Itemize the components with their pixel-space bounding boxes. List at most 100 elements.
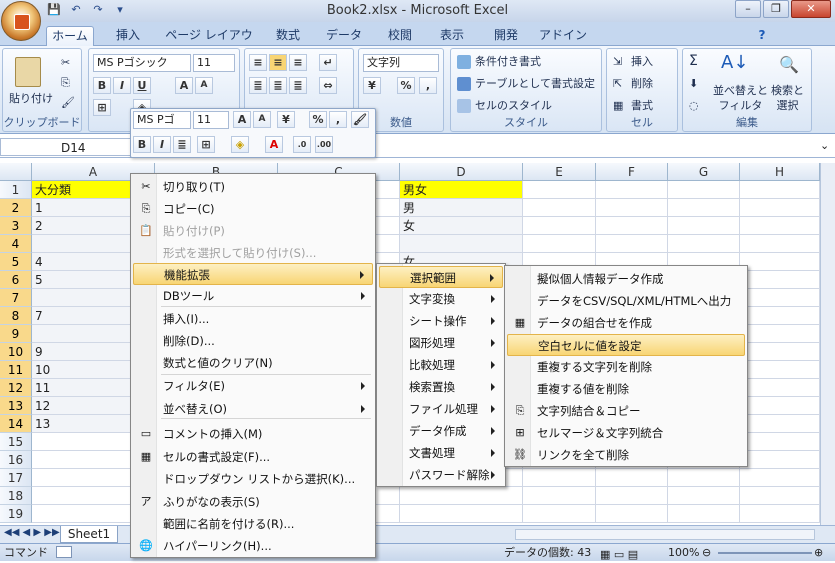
- tab-home[interactable]: ホーム: [46, 26, 94, 46]
- context_menu-item[interactable]: ▦ セルの書式設定(F)...: [133, 446, 373, 468]
- row-header[interactable]: 16: [0, 451, 32, 469]
- font-name-combo[interactable]: MS Pゴシック: [93, 54, 191, 72]
- submenu2-item[interactable]: ▦ データの組合せを作成: [507, 312, 745, 334]
- row-header[interactable]: 5: [0, 253, 32, 271]
- tab-review[interactable]: 校閲: [380, 26, 420, 46]
- mini-font-combo[interactable]: MS Pゴ: [133, 111, 191, 129]
- row-header[interactable]: 19: [0, 505, 32, 523]
- submenu1-item[interactable]: 文字変換: [379, 288, 503, 310]
- row-header[interactable]: 11: [0, 361, 32, 379]
- mini-comma-button[interactable]: ,: [329, 111, 347, 128]
- cell[interactable]: [400, 505, 523, 523]
- cell[interactable]: [523, 487, 596, 505]
- office-button[interactable]: [1, 1, 41, 41]
- cell[interactable]: [596, 181, 668, 199]
- cell[interactable]: [740, 415, 820, 433]
- undo-icon[interactable]: ↶: [67, 2, 85, 18]
- delete-cells-button[interactable]: 削除: [631, 76, 653, 91]
- cell[interactable]: [596, 217, 668, 235]
- submenu1-item[interactable]: 図形処理: [379, 332, 503, 354]
- find-select-button[interactable]: 検索と 選択: [771, 83, 804, 113]
- cell[interactable]: [668, 199, 740, 217]
- cell[interactable]: [740, 271, 820, 289]
- row-header[interactable]: 18: [0, 487, 32, 505]
- currency-icon[interactable]: ¥: [363, 77, 381, 94]
- align-middle-icon[interactable]: ≡: [269, 54, 287, 71]
- align-center-icon[interactable]: ≣: [269, 77, 287, 94]
- bold-button[interactable]: B: [93, 77, 111, 94]
- submenu1-item[interactable]: データ作成: [379, 420, 503, 442]
- cell[interactable]: [740, 379, 820, 397]
- mini-italic-button[interactable]: I: [153, 136, 171, 153]
- row-header[interactable]: 7: [0, 289, 32, 307]
- submenu1-item[interactable]: パスワード解除: [379, 464, 503, 486]
- submenu1-item[interactable]: ファイル処理: [379, 398, 503, 420]
- mini-shrink-font-icon[interactable]: A: [253, 111, 271, 128]
- name-box[interactable]: D14: [0, 138, 150, 156]
- cell[interactable]: [740, 397, 820, 415]
- cell[interactable]: [596, 469, 668, 487]
- cell-styles-button[interactable]: セルのスタイル: [475, 98, 552, 113]
- submenu1-item[interactable]: 選択範囲: [379, 266, 503, 288]
- zoom-level[interactable]: 100%: [668, 544, 699, 561]
- insert-cells-button[interactable]: 挿入: [631, 54, 653, 69]
- submenu2-item[interactable]: 重複する文字列を削除: [507, 356, 745, 378]
- expand-formula-icon[interactable]: ⌄: [820, 139, 829, 152]
- context_menu-item[interactable]: 機能拡張: [133, 263, 373, 285]
- mini-size-combo[interactable]: 11: [193, 111, 229, 129]
- context_menu-item[interactable]: ✂ 切り取り(T): [133, 176, 373, 198]
- submenu2-item[interactable]: 重複する値を削除: [507, 378, 745, 400]
- mini-bold-button[interactable]: B: [133, 136, 151, 153]
- wrap-text-icon[interactable]: ↵: [319, 54, 337, 71]
- row-header[interactable]: 10: [0, 343, 32, 361]
- submenu2-item[interactable]: データをCSV/SQL/XML/HTMLへ出力: [507, 290, 745, 312]
- row-header[interactable]: 14: [0, 415, 32, 433]
- mini-currency-icon[interactable]: ¥: [277, 111, 295, 128]
- save-icon[interactable]: 💾: [45, 2, 63, 18]
- cell[interactable]: [596, 235, 668, 253]
- conditional-format-button[interactable]: 条件付き書式: [475, 54, 541, 69]
- format-cells-button[interactable]: 書式: [631, 98, 653, 113]
- submenu2-item[interactable]: 空白セルに値を設定: [507, 334, 745, 356]
- submenu2-item[interactable]: ⛓ リンクを全て削除: [507, 444, 745, 466]
- mini-format-painter-icon[interactable]: 🖌: [351, 111, 369, 128]
- fill-icon[interactable]: ⬇: [689, 76, 698, 91]
- sort-filter-button[interactable]: 並べ替えと フィルタ: [713, 83, 768, 113]
- tab-addins[interactable]: アドイン: [538, 26, 588, 46]
- row-header[interactable]: 3: [0, 217, 32, 235]
- cell[interactable]: [740, 451, 820, 469]
- context_menu-item[interactable]: DBツール: [133, 285, 373, 307]
- italic-button[interactable]: I: [113, 77, 131, 94]
- cell[interactable]: [523, 235, 596, 253]
- submenu1-item[interactable]: 比較処理: [379, 354, 503, 376]
- cell[interactable]: [596, 199, 668, 217]
- horizontal-scrollbar[interactable]: [515, 529, 815, 540]
- sheet-tab-sheet1[interactable]: Sheet1: [60, 526, 118, 543]
- row-header[interactable]: 8: [0, 307, 32, 325]
- format-painter-icon[interactable]: 🖌: [61, 95, 75, 110]
- cell[interactable]: [740, 361, 820, 379]
- cell[interactable]: [668, 217, 740, 235]
- column-header-e[interactable]: E: [523, 163, 596, 181]
- cell[interactable]: [740, 505, 820, 523]
- clear-icon[interactable]: ◌: [689, 98, 699, 113]
- row-header[interactable]: 17: [0, 469, 32, 487]
- cell[interactable]: [740, 325, 820, 343]
- paste-button[interactable]: 貼り付け: [9, 91, 53, 106]
- cell[interactable]: 男女: [400, 181, 523, 199]
- row-header[interactable]: 15: [0, 433, 32, 451]
- mini-borders-icon[interactable]: ⊞: [197, 136, 215, 153]
- cell[interactable]: 女: [400, 217, 523, 235]
- shrink-font-button[interactable]: A: [195, 77, 213, 94]
- cell[interactable]: [668, 181, 740, 199]
- cell[interactable]: [523, 505, 596, 523]
- submenu2-item[interactable]: ⎘ 文字列結合＆コピー: [507, 400, 745, 422]
- context_menu-item[interactable]: ▭ コメントの挿入(M): [133, 423, 373, 445]
- cell[interactable]: [400, 487, 523, 505]
- context_menu-item[interactable]: 挿入(I)...: [133, 308, 373, 330]
- underline-button[interactable]: U: [133, 77, 151, 94]
- column-header-f[interactable]: F: [596, 163, 668, 181]
- macro-record-icon[interactable]: [56, 546, 72, 558]
- submenu1-item[interactable]: 文書処理: [379, 442, 503, 464]
- paste-icon[interactable]: [15, 57, 41, 87]
